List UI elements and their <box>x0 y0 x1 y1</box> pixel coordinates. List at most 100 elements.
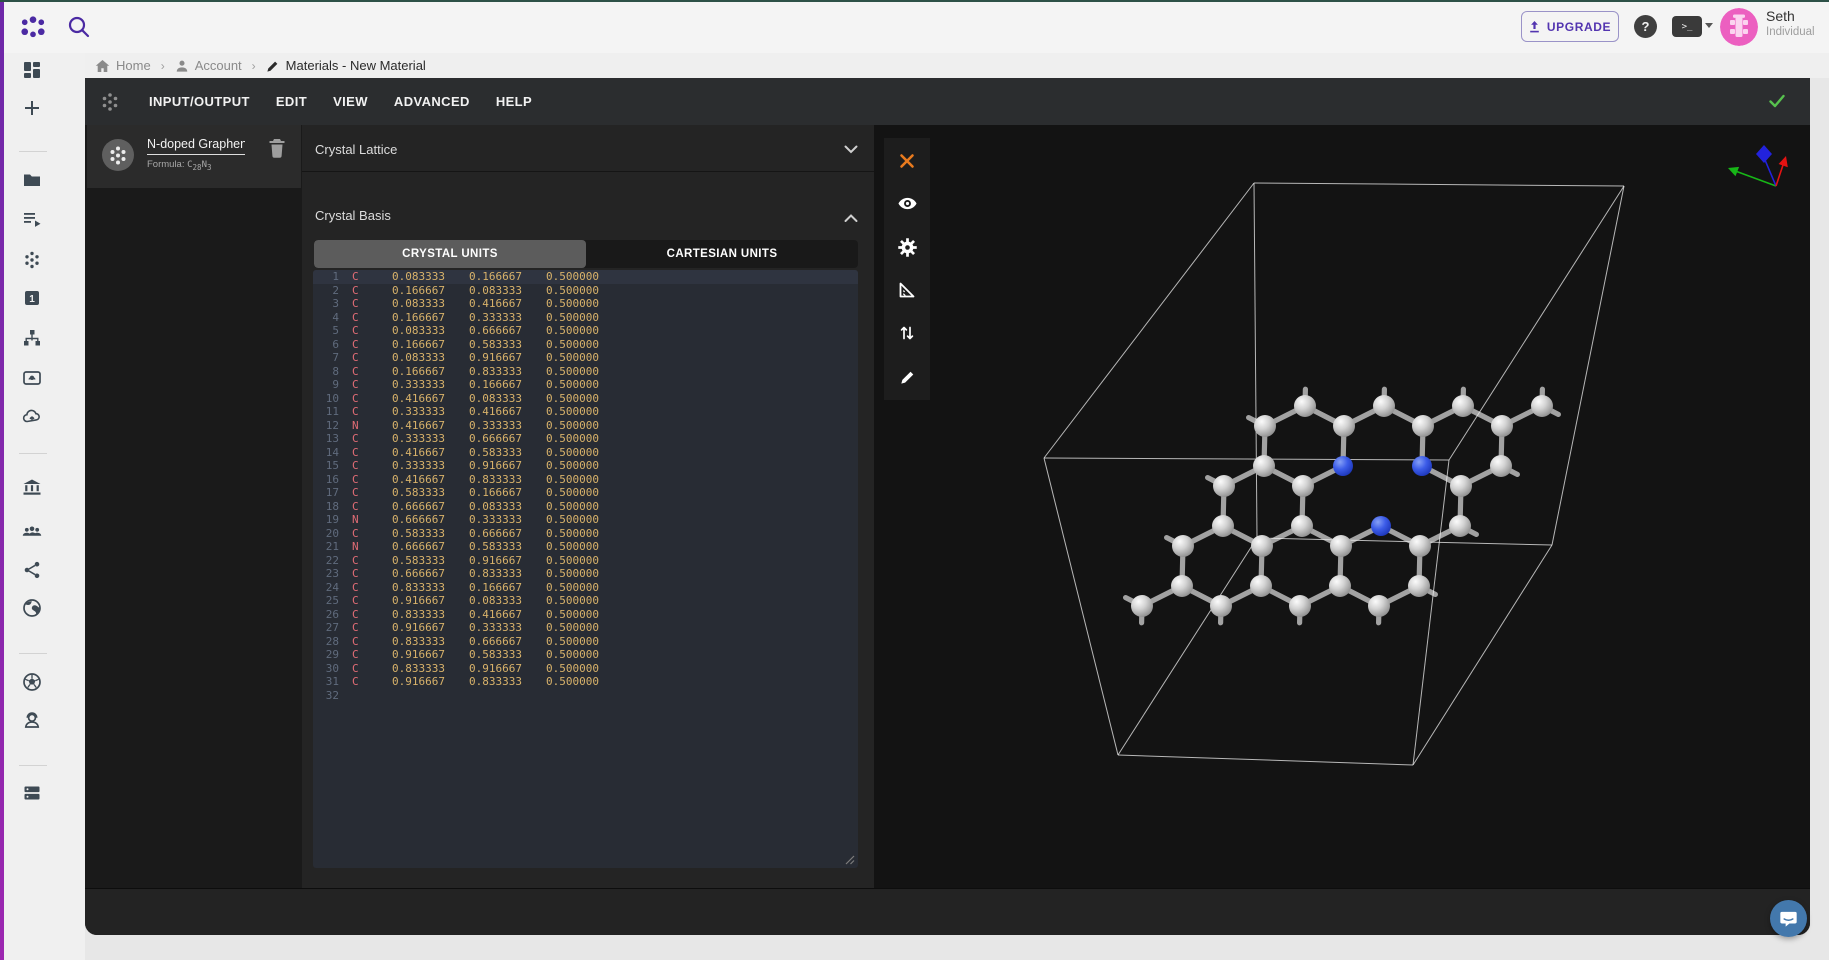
coord-x: 0.416667 <box>392 473 448 487</box>
console-dropdown-caret-icon[interactable] <box>1705 23 1713 28</box>
menu-input-output[interactable]: INPUT/OUTPUT <box>149 94 250 109</box>
coord-z: 0.500000 <box>546 513 602 527</box>
coord-z: 0.500000 <box>546 459 602 473</box>
editor-line: 28C0.8333330.6666670.500000 <box>313 635 858 649</box>
sidebar-storage-icon[interactable] <box>20 781 44 805</box>
coord-z: 0.500000 <box>546 419 602 433</box>
coord-z: 0.500000 <box>546 554 602 568</box>
line-number: 9 <box>313 378 339 392</box>
close-icon[interactable] <box>889 143 925 179</box>
element-symbol: C <box>352 527 362 541</box>
element-symbol: C <box>352 567 362 581</box>
breadcrumb: Home › Account › Materials - New Materia… <box>85 53 1829 78</box>
vertical-arrows-icon[interactable] <box>889 315 925 351</box>
sidebar-media-image-icon[interactable] <box>20 366 44 390</box>
user-avatar[interactable] <box>1720 8 1758 46</box>
editor-resize-grip[interactable] <box>844 854 855 865</box>
crystal-lattice-header[interactable]: Crystal Lattice <box>302 128 874 172</box>
3d-viewport[interactable] <box>874 125 1810 888</box>
element-symbol: C <box>352 473 362 487</box>
coord-y: 0.916667 <box>469 662 525 676</box>
coord-x: 0.916667 <box>392 675 448 689</box>
chat-launcher-icon[interactable] <box>1770 900 1807 937</box>
line-number: 15 <box>313 459 339 473</box>
tab-cartesian-units[interactable]: CARTESIAN UNITS <box>586 240 858 268</box>
coord-z: 0.500000 <box>546 581 602 595</box>
editor-line: 32 <box>313 689 858 703</box>
coord-y: 0.333333 <box>469 621 525 635</box>
mat3ra-logo-icon[interactable] <box>20 15 46 39</box>
coord-x: 0.666667 <box>392 540 448 554</box>
coord-x: 0.083333 <box>392 351 448 365</box>
sidebar-globe-icon[interactable] <box>20 596 44 620</box>
coord-x: 0.583333 <box>392 554 448 568</box>
sidebar-ball-icon[interactable] <box>20 670 44 694</box>
sidebar-cloud-upload-icon[interactable] <box>20 405 44 429</box>
coord-x: 0.916667 <box>392 594 448 608</box>
basis-units-tabs: CRYSTAL UNITSCARTESIAN UNITS <box>314 240 858 268</box>
axes-gizmo[interactable] <box>1720 140 1796 196</box>
editor-line: 23C0.6666670.8333330.500000 <box>313 567 858 581</box>
editor-line: 13C0.3333330.6666670.500000 <box>313 432 858 446</box>
breadcrumb-home[interactable]: Home <box>95 58 151 73</box>
sidebar-add-icon[interactable] <box>20 96 44 120</box>
sidebar-one-badge-icon[interactable]: 1 <box>20 286 44 310</box>
sidebar-support-person-icon[interactable] <box>20 708 44 732</box>
menu-help[interactable]: HELP <box>496 94 532 109</box>
sidebar-team-people-icon[interactable] <box>20 520 44 544</box>
coord-x: 0.083333 <box>392 270 448 284</box>
chevron-up-icon[interactable] <box>844 214 858 223</box>
user-name[interactable]: Seth <box>1766 8 1795 24</box>
editor-line: 25C0.9166670.0833330.500000 <box>313 594 858 608</box>
editor-line: 3C0.0833330.4166670.500000 <box>313 297 858 311</box>
tab-crystal-units[interactable]: CRYSTAL UNITS <box>314 240 586 268</box>
coord-z: 0.500000 <box>546 365 602 379</box>
console-button[interactable]: >_ <box>1672 16 1702 37</box>
sidebar-bank-icon[interactable] <box>20 476 44 500</box>
crystal-basis-header[interactable]: Crystal Basis <box>302 173 874 237</box>
measure-icon[interactable] <box>889 272 925 308</box>
breadcrumb-account[interactable]: Account <box>175 58 242 73</box>
eye-icon[interactable] <box>889 185 925 221</box>
basis-code-editor[interactable]: 1C0.0833330.1666670.5000002C0.1666670.08… <box>313 270 858 868</box>
material-list-item[interactable]: N-doped Graphene Formula: C28N3 <box>87 125 301 188</box>
menu-edit[interactable]: EDIT <box>276 94 307 109</box>
line-number: 28 <box>313 635 339 649</box>
workspace-footer <box>85 888 1810 935</box>
coord-y: 0.583333 <box>469 540 525 554</box>
sidebar-share-icon[interactable] <box>20 558 44 582</box>
element-symbol: C <box>352 351 362 365</box>
element-symbol: C <box>352 594 362 608</box>
coord-y: 0.083333 <box>469 500 525 514</box>
coord-x: 0.833333 <box>392 662 448 676</box>
coord-x: 0.666667 <box>392 500 448 514</box>
element-symbol: C <box>352 635 362 649</box>
sidebar-materials-molecule-icon[interactable] <box>20 248 44 272</box>
coord-y: 0.416667 <box>469 405 525 419</box>
sidebar-dashboard-icon[interactable] <box>20 58 44 82</box>
material-name-input[interactable]: N-doped Graphene <box>147 137 245 155</box>
element-symbol: C <box>352 554 362 568</box>
coord-z: 0.500000 <box>546 567 602 581</box>
sidebar-folder-icon[interactable] <box>20 168 44 192</box>
coord-z: 0.500000 <box>546 432 602 446</box>
delete-material-icon[interactable] <box>267 137 287 159</box>
line-number: 16 <box>313 473 339 487</box>
search-icon[interactable] <box>66 14 92 40</box>
coord-x: 0.666667 <box>392 513 448 527</box>
menu-view[interactable]: VIEW <box>333 94 368 109</box>
coord-x: 0.166667 <box>392 338 448 352</box>
sidebar-jobs-list-icon[interactable] <box>20 207 44 231</box>
chevron-down-icon[interactable] <box>844 145 858 154</box>
pencil-edit-icon[interactable] <box>889 359 925 395</box>
coord-y: 0.583333 <box>469 338 525 352</box>
editor-line: 17C0.5833330.1666670.500000 <box>313 486 858 500</box>
help-button[interactable]: ? <box>1634 15 1657 38</box>
home-icon <box>95 59 110 73</box>
gear-icon[interactable] <box>889 229 925 265</box>
menu-advanced[interactable]: ADVANCED <box>394 94 470 109</box>
element-symbol: C <box>352 648 362 662</box>
sidebar-workflows-sitemap-icon[interactable] <box>20 326 44 350</box>
upgrade-button[interactable]: UPGRADE <box>1521 11 1619 42</box>
breadcrumb-home-label: Home <box>116 58 151 73</box>
